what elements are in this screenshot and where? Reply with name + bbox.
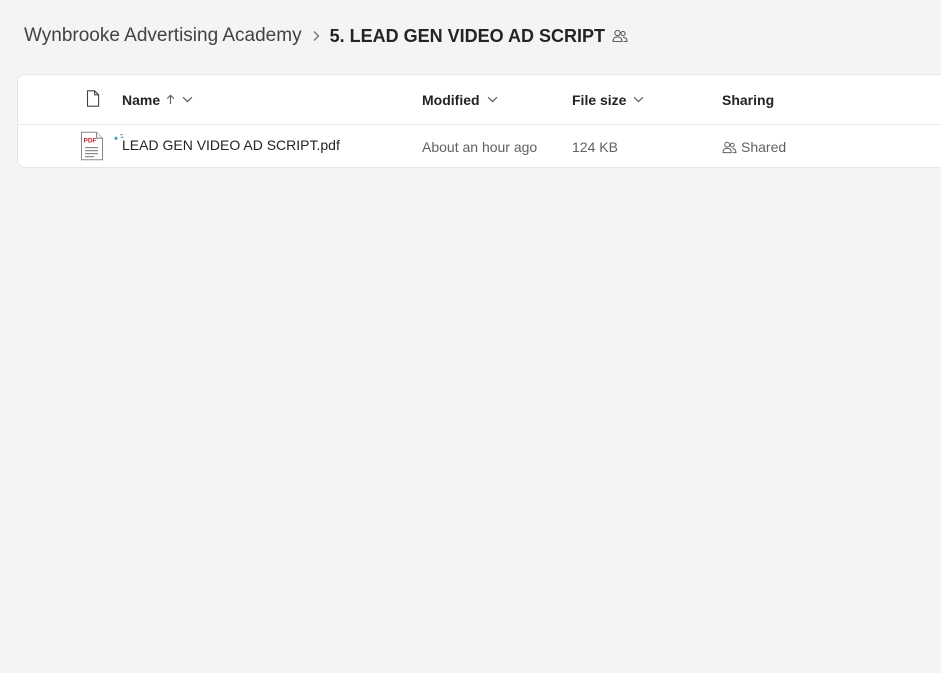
breadcrumb: Wynbrooke Advertising Academy 5. LEAD GE… <box>24 22 628 50</box>
chevron-right-icon <box>302 22 330 50</box>
arrow-up-icon <box>166 94 175 105</box>
pdf-file-icon: PDF <box>80 131 104 166</box>
chevron-down-icon <box>633 96 644 103</box>
modified-column-label: Modified <box>422 91 480 108</box>
breadcrumb-current-folder: 5. LEAD GEN VIDEO AD SCRIPT <box>329 25 605 46</box>
name-column-header[interactable]: Name <box>122 75 193 124</box>
modified-value: About an hour ago <box>422 139 538 155</box>
file-size-column-header[interactable]: File size <box>572 75 644 124</box>
file-size-column-label: File size <box>572 91 627 108</box>
chevron-down-icon <box>487 96 498 103</box>
name-column-label: Name <box>122 91 161 108</box>
people-icon[interactable] <box>612 29 628 43</box>
sharing-status: Shared <box>741 139 787 155</box>
sharing-cell[interactable]: Shared <box>722 125 787 167</box>
file-size-value: 124 KB <box>572 139 618 155</box>
modified-cell: About an hour ago <box>422 125 538 167</box>
file-icon <box>86 89 100 110</box>
sharing-column-label: Sharing <box>722 91 775 108</box>
file-list: Name Modified File size Sharing PDF LEAD… <box>17 74 941 168</box>
people-icon <box>722 141 737 154</box>
pdf-badge-text: PDF <box>84 138 97 145</box>
sharing-column-header[interactable]: Sharing <box>722 75 774 124</box>
table-row[interactable]: PDF LEAD GEN VIDEO AD SCRIPT.pdf About a… <box>18 125 941 167</box>
file-name-link[interactable]: LEAD GEN VIDEO AD SCRIPT.pdf <box>122 137 340 153</box>
breadcrumb-parent-link[interactable]: Wynbrooke Advertising Academy <box>24 25 302 47</box>
file-size-cell: 124 KB <box>572 125 618 167</box>
file-list-header: Name Modified File size Sharing <box>18 75 941 125</box>
chevron-down-icon <box>182 96 193 103</box>
modified-column-header[interactable]: Modified <box>422 75 498 124</box>
file-name-cell[interactable]: LEAD GEN VIDEO AD SCRIPT.pdf <box>122 125 340 167</box>
file-type-column-header[interactable] <box>81 75 105 124</box>
